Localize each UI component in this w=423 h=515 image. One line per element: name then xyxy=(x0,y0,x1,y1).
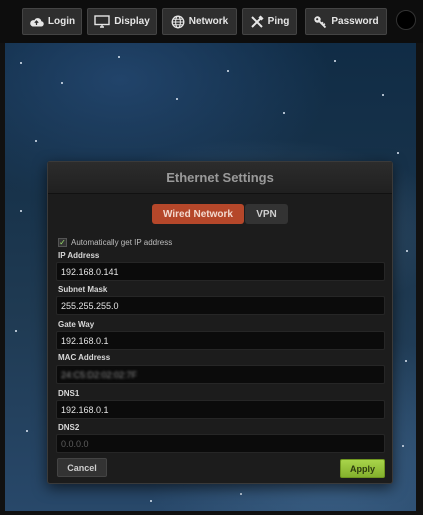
star xyxy=(35,140,37,142)
mac-address-field: 24:C5:D2:02:02:7F xyxy=(56,365,385,384)
tab-vpn[interactable]: VPN xyxy=(245,204,288,224)
apply-button[interactable]: Apply xyxy=(340,459,385,478)
star xyxy=(227,70,229,72)
display-label: Display xyxy=(114,16,150,27)
ip-address-field[interactable]: 192.168.0.141 xyxy=(56,262,385,281)
star xyxy=(61,82,63,84)
star xyxy=(397,152,399,154)
star xyxy=(176,98,178,100)
mac-address-value: 24:C5:D2:02:02:7F xyxy=(61,369,138,380)
power-orb-button[interactable] xyxy=(396,10,416,30)
top-toolbar: Login Display Network Ping Password xyxy=(0,0,423,43)
network-button[interactable]: Network xyxy=(162,8,237,35)
ethernet-settings-dialog: Ethernet Settings Wired Network VPN ✓ Au… xyxy=(47,161,393,484)
dns1-label: DNS1 xyxy=(58,389,80,398)
gateway-label: Gate Way xyxy=(58,320,95,329)
gateway-field[interactable]: 192.168.0.1 xyxy=(56,331,385,350)
ping-button[interactable]: Ping xyxy=(242,8,297,35)
star xyxy=(150,500,152,502)
screen-bezel-bottom xyxy=(0,511,423,515)
globe-icon xyxy=(171,15,185,29)
star xyxy=(334,60,336,62)
dns2-label: DNS2 xyxy=(58,423,80,432)
star xyxy=(118,56,120,58)
star xyxy=(402,445,404,447)
star xyxy=(382,94,384,96)
ip-address-label: IP Address xyxy=(58,251,100,260)
screen-bezel-right xyxy=(416,0,423,515)
star xyxy=(283,112,285,114)
password-button[interactable]: Password xyxy=(305,8,387,35)
login-button[interactable]: Login xyxy=(22,8,82,35)
subnet-mask-label: Subnet Mask xyxy=(58,285,108,294)
tools-icon xyxy=(250,14,264,29)
login-label: Login xyxy=(47,16,76,27)
auto-ip-row: ✓ Automatically get IP address xyxy=(58,236,172,248)
key-icon xyxy=(313,15,327,29)
ping-label: Ping xyxy=(267,16,290,27)
subnet-mask-value: 255.255.255.0 xyxy=(61,300,119,311)
star xyxy=(26,430,28,432)
dialog-title: Ethernet Settings xyxy=(48,162,392,194)
star xyxy=(405,360,407,362)
display-button[interactable]: Display xyxy=(87,8,157,35)
star xyxy=(15,330,17,332)
monitor-icon xyxy=(94,15,110,28)
tab-wired-network[interactable]: Wired Network xyxy=(152,204,244,224)
network-label: Network xyxy=(188,16,229,27)
star xyxy=(20,210,22,212)
mac-address-label: MAC Address xyxy=(58,353,111,362)
cloud-upload-icon xyxy=(29,16,44,27)
gateway-value: 192.168.0.1 xyxy=(61,335,109,346)
auto-ip-label: Automatically get IP address xyxy=(71,237,173,247)
star xyxy=(240,493,242,495)
screen-bezel-left xyxy=(0,0,5,515)
dns1-field[interactable]: 192.168.0.1 xyxy=(56,400,385,419)
dns2-field[interactable]: 0.0.0.0 xyxy=(56,434,385,453)
star xyxy=(20,62,22,64)
dns2-value: 0.0.0.0 xyxy=(61,438,89,449)
password-label: Password xyxy=(331,16,379,27)
star xyxy=(406,250,408,252)
dns1-value: 192.168.0.1 xyxy=(61,404,109,415)
ip-address-value: 192.168.0.141 xyxy=(61,266,119,277)
cancel-button[interactable]: Cancel xyxy=(57,458,107,477)
subnet-mask-field[interactable]: 255.255.255.0 xyxy=(56,296,385,315)
auto-ip-checkbox[interactable]: ✓ xyxy=(58,237,67,247)
